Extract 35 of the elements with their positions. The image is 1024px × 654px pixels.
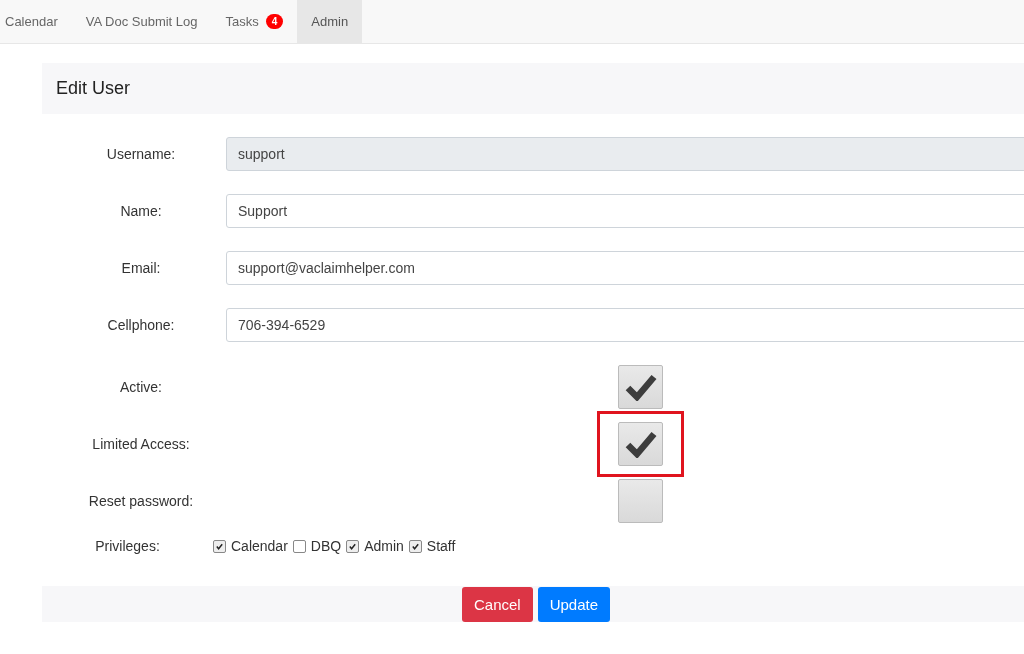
checkmark-icon [410,541,420,551]
field-label: Limited Access: [91,436,191,452]
action-button[interactable]: Update [537,586,611,622]
input-field[interactable]: Support [226,194,1024,228]
checkmark-icon [624,373,657,401]
field-label: Name: [119,203,163,219]
checkmark-icon [348,541,358,551]
checkbox[interactable] [618,479,663,523]
field-label: Privileges: [94,538,161,554]
checkbox[interactable] [346,539,360,553]
input-field[interactable]: support@vaclaimhelper.com [226,251,1024,285]
nav-tab[interactable]: Calendar [0,0,72,43]
nav-tab[interactable]: Admin [297,0,363,43]
checkmark-icon [215,541,224,551]
action-button[interactable]: Cancel [461,586,533,622]
checkmark-icon [624,430,657,458]
checkbox-label: Admin [364,538,404,554]
checkbox-label: Staff [426,538,456,554]
nav-tab[interactable]: Tasks 4 [211,0,298,43]
field-label: Cellphone: [106,317,176,333]
count-badge: 4 [265,14,284,29]
field-label: Active: [119,379,163,395]
input-field[interactable]: 706-394-6529 [226,308,1024,342]
card-title: Edit User [56,78,131,99]
field-label: Reset password: [87,493,195,509]
checkbox-label: DBQ [310,538,342,554]
checkbox[interactable] [213,539,226,553]
checkbox-label: Calendar [231,538,288,554]
field-label: Email: [120,260,162,276]
checkbox[interactable] [618,365,663,409]
field-label: Username: [105,146,177,162]
checkbox[interactable] [292,539,306,553]
checkbox[interactable] [618,422,663,466]
nav-tab[interactable]: VA Doc Submit Log [71,0,212,43]
checkbox[interactable] [408,539,422,553]
